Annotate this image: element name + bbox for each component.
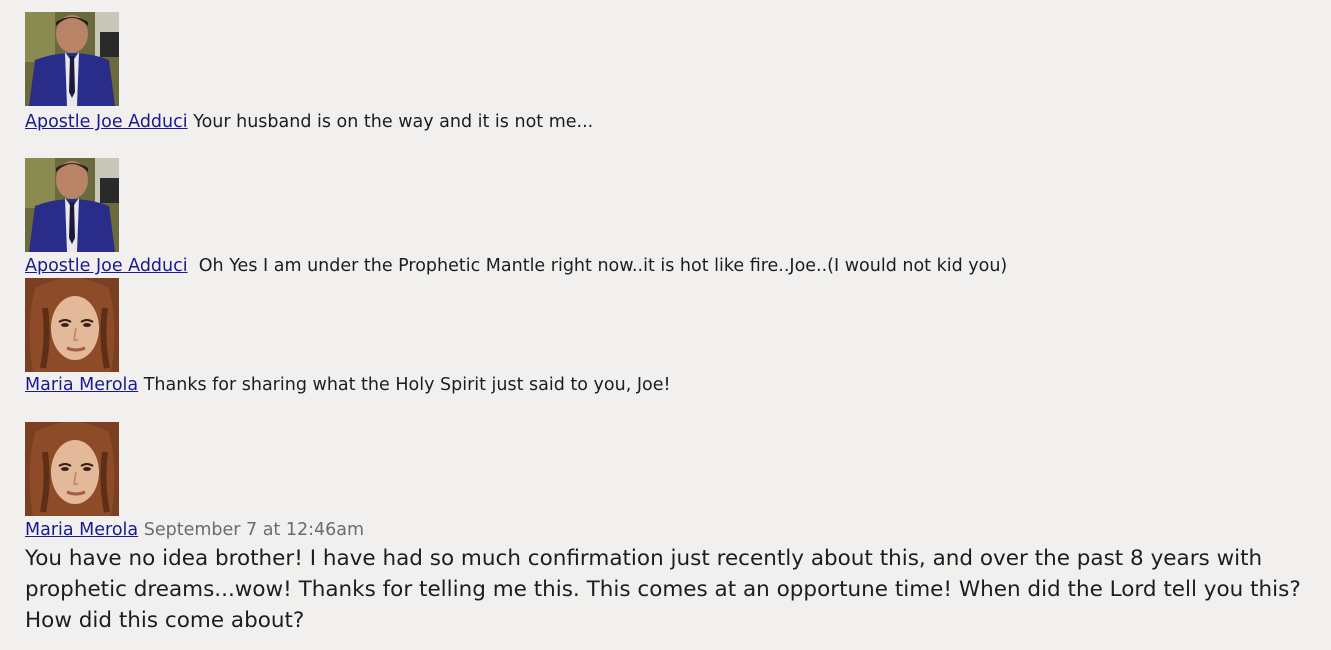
comment-line: Apostle Joe Adduci Your husband is on th…	[25, 111, 593, 133]
avatar[interactable]	[25, 422, 119, 516]
author-link[interactable]: Apostle Joe Adduci	[25, 256, 188, 276]
comment-text: Oh Yes I am under the Prophetic Mantle r…	[198, 256, 1008, 276]
author-link[interactable]: Apostle Joe Adduci	[25, 112, 188, 132]
comment-header: Maria Merola September 7 at 12:46am	[25, 519, 364, 541]
comment-text: Thanks for sharing what the Holy Spirit …	[143, 375, 671, 395]
author-link[interactable]: Maria Merola	[25, 375, 138, 395]
avatar-man-suit-icon	[25, 158, 119, 252]
avatar[interactable]	[25, 158, 119, 252]
comment-text: You have no idea brother! I have had so …	[25, 546, 1301, 633]
avatar-woman-curly-hair-icon	[25, 422, 119, 516]
comment-line: Apostle Joe Adduci Oh Yes I am under the…	[25, 255, 1007, 277]
avatar[interactable]	[25, 12, 119, 106]
avatar-man-suit-icon	[25, 12, 119, 106]
avatar[interactable]	[25, 278, 119, 372]
avatar-woman-curly-hair-icon	[25, 278, 119, 372]
timestamp: September 7 at 12:46am	[143, 520, 365, 540]
comment-text: Your husband is on the way and it is not…	[193, 112, 594, 132]
comment-line: Maria Merola Thanks for sharing what the…	[25, 374, 670, 396]
author-link[interactable]: Maria Merola	[25, 520, 138, 540]
